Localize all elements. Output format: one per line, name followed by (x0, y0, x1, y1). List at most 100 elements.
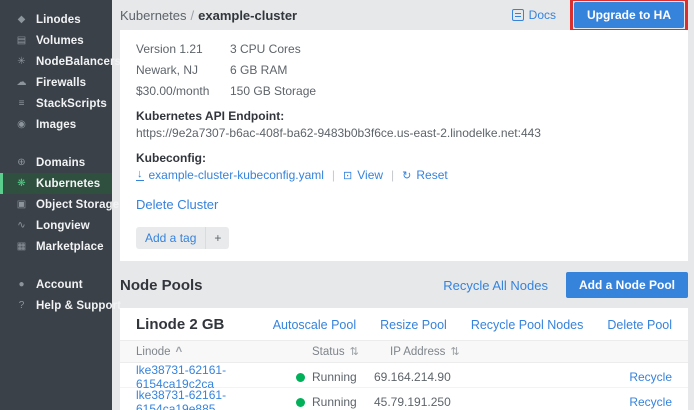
column-label: IP Address (390, 346, 445, 358)
delete-pool-link[interactable]: Delete Pool (607, 318, 672, 332)
add-tag-label: Add a tag (136, 227, 205, 249)
node-pools-actions: Recycle All Nodes Add a Node Pool (443, 272, 688, 298)
cluster-details-panel: Version 1.21 3 CPU Cores Newark, NJ 6 GB… (120, 30, 688, 261)
status-running-icon (296, 398, 305, 407)
pool-name: Linode 2 GB (136, 316, 224, 333)
docs-link[interactable]: Docs (512, 8, 556, 22)
domains-icon: ⊕ (14, 157, 29, 168)
main-content: Kubernetes /example-cluster Docs Upgrade … (112, 0, 694, 410)
stackscripts-icon: ≡ (14, 98, 29, 109)
divider: | (332, 168, 335, 182)
docs-label: Docs (529, 8, 556, 22)
reset-icon: ↻ (402, 169, 411, 182)
sidebar-group-compute: ◆ Linodes ▤ Volumes ✳ NodeBalancers ☁ Fi… (0, 9, 112, 135)
sidebar-item-linodes[interactable]: ◆ Linodes (0, 9, 112, 30)
sidebar-item-domains[interactable]: ⊕ Domains (0, 152, 112, 173)
recycle-node-link[interactable]: Recycle (629, 395, 672, 409)
status-label: Running (312, 370, 357, 384)
topbar: Kubernetes /example-cluster Docs Upgrade … (120, 0, 688, 30)
node-link[interactable]: lke38731-62161-6154ca19e885 (120, 388, 296, 410)
plus-icon: + (205, 227, 229, 249)
delete-cluster-link[interactable]: Delete Cluster (136, 197, 218, 212)
sidebar-item-label: Longview (36, 220, 90, 232)
pool-panel: Linode 2 GB Autoscale Pool Resize Pool R… (120, 308, 688, 410)
cluster-region: Newark, NJ (136, 63, 230, 77)
node-status: Running (296, 395, 374, 409)
sidebar-group-services: ⊕ Domains ❋ Kubernetes ▣ Object Storage … (0, 152, 112, 257)
sidebar-item-firewalls[interactable]: ☁ Firewalls (0, 72, 112, 93)
resize-pool-link[interactable]: Resize Pool (380, 318, 447, 332)
pool-links: Autoscale Pool Resize Pool Recycle Pool … (249, 318, 672, 332)
sort-icon: ⇅ (450, 345, 459, 358)
sidebar-item-longview[interactable]: ∿ Longview (0, 215, 112, 236)
firewalls-icon: ☁ (14, 77, 29, 88)
cluster-version: Version 1.21 (136, 42, 230, 56)
sidebar-item-label: Linodes (36, 14, 81, 26)
cluster-summary: Version 1.21 3 CPU Cores Newark, NJ 6 GB… (136, 39, 672, 98)
pool-header: Linode 2 GB Autoscale Pool Resize Pool R… (120, 308, 688, 340)
node-ip: 69.164.214.90 (374, 370, 602, 384)
node-pools-bar: Node Pools Recycle All Nodes Add a Node … (120, 272, 688, 298)
annotation-highlight: Upgrade to HA (570, 0, 688, 32)
recycle-node-link[interactable]: Recycle (629, 370, 672, 384)
sidebar-item-label: Kubernetes (36, 178, 100, 190)
download-icon: ↓ (136, 170, 144, 181)
nodebalancers-icon: ✳ (14, 56, 29, 67)
sidebar-item-object-storage[interactable]: ▣ Object Storage (0, 194, 112, 215)
sidebar-item-label: Help & Support (36, 300, 121, 312)
sidebar-item-kubernetes[interactable]: ❋ Kubernetes (0, 173, 112, 194)
table-row: lke38731-62161-6154ca19c2ca Running 69.1… (120, 363, 688, 388)
column-label: Linode (136, 346, 171, 358)
sidebar-item-stackscripts[interactable]: ≡ StackScripts (0, 93, 112, 114)
node-pools-title: Node Pools (120, 277, 203, 294)
breadcrumb: Kubernetes /example-cluster (120, 8, 297, 23)
volumes-icon: ▤ (14, 35, 29, 46)
sort-icon: ⇅ (350, 345, 359, 358)
kubeconfig-file-link[interactable]: example-cluster-kubeconfig.yaml (149, 168, 324, 182)
table-header: Linode ^ Status ⇅ IP Address ⇅ (120, 340, 688, 363)
kubeconfig-reset-link[interactable]: Reset (416, 168, 447, 182)
column-header-linode[interactable]: Linode ^ (120, 346, 296, 358)
sidebar-item-label: Firewalls (36, 77, 86, 89)
column-header-status[interactable]: Status ⇅ (296, 345, 374, 358)
sort-asc-icon: ^ (176, 346, 183, 358)
api-endpoint-url: https://9e2a7307-b6ac-408f-ba62-9483b0b3… (136, 126, 672, 140)
add-node-pool-button[interactable]: Add a Node Pool (566, 272, 688, 298)
recycle-all-nodes-link[interactable]: Recycle All Nodes (443, 278, 548, 293)
status-label: Running (312, 395, 357, 409)
view-icon: ⊡ (343, 169, 352, 182)
sidebar-item-help-support[interactable]: ? Help & Support (0, 295, 112, 316)
cluster-price: $30.00/month (136, 84, 230, 98)
sidebar: ◆ Linodes ▤ Volumes ✳ NodeBalancers ☁ Fi… (0, 0, 112, 410)
add-tag-button[interactable]: Add a tag + (136, 227, 229, 249)
sidebar-item-label: Images (36, 119, 76, 131)
column-header-ip-address[interactable]: IP Address ⇅ (374, 345, 602, 358)
cluster-storage: 150 GB Storage (230, 84, 672, 98)
longview-icon: ∿ (14, 220, 29, 231)
sidebar-item-marketplace[interactable]: ▦ Marketplace (0, 236, 112, 257)
sidebar-item-nodebalancers[interactable]: ✳ NodeBalancers (0, 51, 112, 72)
sidebar-item-images[interactable]: ◉ Images (0, 114, 112, 135)
divider: | (391, 168, 394, 182)
breadcrumb-current-cluster: example-cluster (198, 8, 297, 23)
cluster-ram: 6 GB RAM (230, 63, 672, 77)
column-label: Status (312, 346, 345, 358)
sidebar-item-account[interactable]: ● Account (0, 274, 112, 295)
breadcrumb-kubernetes-link[interactable]: Kubernetes (120, 8, 187, 23)
status-running-icon (296, 373, 305, 382)
sidebar-item-label: Volumes (36, 35, 84, 47)
autoscale-pool-link[interactable]: Autoscale Pool (273, 318, 356, 332)
recycle-pool-nodes-link[interactable]: Recycle Pool Nodes (471, 318, 584, 332)
sidebar-item-label: Account (36, 279, 83, 291)
api-endpoint-label: Kubernetes API Endpoint: (136, 109, 672, 123)
breadcrumb-separator: / (191, 8, 195, 23)
topbar-actions: Docs Upgrade to HA (512, 0, 688, 32)
upgrade-to-ha-button[interactable]: Upgrade to HA (574, 2, 684, 28)
node-status: Running (296, 370, 374, 384)
sidebar-item-label: Object Storage (36, 199, 119, 211)
node-link[interactable]: lke38731-62161-6154ca19c2ca (120, 363, 296, 391)
kubeconfig-view-link[interactable]: View (357, 168, 383, 182)
cluster-cpu: 3 CPU Cores (230, 42, 672, 56)
sidebar-item-volumes[interactable]: ▤ Volumes (0, 30, 112, 51)
marketplace-icon: ▦ (14, 241, 29, 252)
